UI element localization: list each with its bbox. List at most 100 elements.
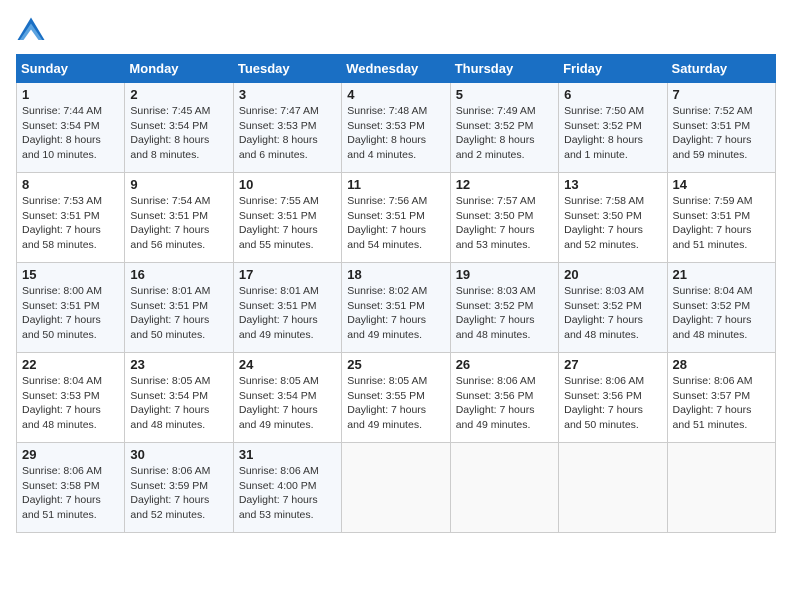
calendar-week-3: 15 Sunrise: 8:00 AM Sunset: 3:51 PM Dayl… xyxy=(17,263,776,353)
calendar-cell: 3 Sunrise: 7:47 AM Sunset: 3:53 PM Dayli… xyxy=(233,83,341,173)
calendar-cell: 20 Sunrise: 8:03 AM Sunset: 3:52 PM Dayl… xyxy=(559,263,667,353)
calendar-cell: 30 Sunrise: 8:06 AM Sunset: 3:59 PM Dayl… xyxy=(125,443,233,533)
calendar-cell: 25 Sunrise: 8:05 AM Sunset: 3:55 PM Dayl… xyxy=(342,353,450,443)
day-info: Sunrise: 8:04 AM Sunset: 3:53 PM Dayligh… xyxy=(22,374,119,433)
day-info: Sunrise: 8:06 AM Sunset: 3:58 PM Dayligh… xyxy=(22,464,119,523)
weekday-header-row: SundayMondayTuesdayWednesdayThursdayFrid… xyxy=(17,55,776,83)
day-number: 2 xyxy=(130,87,227,102)
calendar-cell: 28 Sunrise: 8:06 AM Sunset: 3:57 PM Dayl… xyxy=(667,353,775,443)
calendar-cell: 21 Sunrise: 8:04 AM Sunset: 3:52 PM Dayl… xyxy=(667,263,775,353)
day-number: 7 xyxy=(673,87,770,102)
calendar-cell: 31 Sunrise: 8:06 AM Sunset: 4:00 PM Dayl… xyxy=(233,443,341,533)
calendar-cell: 1 Sunrise: 7:44 AM Sunset: 3:54 PM Dayli… xyxy=(17,83,125,173)
day-number: 17 xyxy=(239,267,336,282)
day-info: Sunrise: 7:59 AM Sunset: 3:51 PM Dayligh… xyxy=(673,194,770,253)
day-info: Sunrise: 8:02 AM Sunset: 3:51 PM Dayligh… xyxy=(347,284,444,343)
day-info: Sunrise: 8:00 AM Sunset: 3:51 PM Dayligh… xyxy=(22,284,119,343)
calendar-week-5: 29 Sunrise: 8:06 AM Sunset: 3:58 PM Dayl… xyxy=(17,443,776,533)
calendar-table: SundayMondayTuesdayWednesdayThursdayFrid… xyxy=(16,54,776,533)
day-number: 1 xyxy=(22,87,119,102)
calendar-cell: 12 Sunrise: 7:57 AM Sunset: 3:50 PM Dayl… xyxy=(450,173,558,263)
calendar-cell: 6 Sunrise: 7:50 AM Sunset: 3:52 PM Dayli… xyxy=(559,83,667,173)
calendar-cell: 19 Sunrise: 8:03 AM Sunset: 3:52 PM Dayl… xyxy=(450,263,558,353)
calendar-cell: 23 Sunrise: 8:05 AM Sunset: 3:54 PM Dayl… xyxy=(125,353,233,443)
day-number: 14 xyxy=(673,177,770,192)
day-number: 10 xyxy=(239,177,336,192)
day-info: Sunrise: 8:03 AM Sunset: 3:52 PM Dayligh… xyxy=(456,284,553,343)
day-number: 21 xyxy=(673,267,770,282)
day-info: Sunrise: 7:58 AM Sunset: 3:50 PM Dayligh… xyxy=(564,194,661,253)
weekday-header-friday: Friday xyxy=(559,55,667,83)
day-number: 13 xyxy=(564,177,661,192)
day-number: 4 xyxy=(347,87,444,102)
day-number: 29 xyxy=(22,447,119,462)
day-number: 28 xyxy=(673,357,770,372)
day-number: 18 xyxy=(347,267,444,282)
calendar-week-4: 22 Sunrise: 8:04 AM Sunset: 3:53 PM Dayl… xyxy=(17,353,776,443)
day-info: Sunrise: 8:06 AM Sunset: 4:00 PM Dayligh… xyxy=(239,464,336,523)
weekday-header-monday: Monday xyxy=(125,55,233,83)
day-info: Sunrise: 8:05 AM Sunset: 3:54 PM Dayligh… xyxy=(239,374,336,433)
day-number: 19 xyxy=(456,267,553,282)
day-info: Sunrise: 8:01 AM Sunset: 3:51 PM Dayligh… xyxy=(130,284,227,343)
calendar-week-2: 8 Sunrise: 7:53 AM Sunset: 3:51 PM Dayli… xyxy=(17,173,776,263)
weekday-header-saturday: Saturday xyxy=(667,55,775,83)
day-number: 11 xyxy=(347,177,444,192)
calendar-cell: 2 Sunrise: 7:45 AM Sunset: 3:54 PM Dayli… xyxy=(125,83,233,173)
day-number: 9 xyxy=(130,177,227,192)
calendar-cell xyxy=(450,443,558,533)
day-info: Sunrise: 7:44 AM Sunset: 3:54 PM Dayligh… xyxy=(22,104,119,163)
day-info: Sunrise: 8:05 AM Sunset: 3:55 PM Dayligh… xyxy=(347,374,444,433)
day-number: 16 xyxy=(130,267,227,282)
calendar-cell: 27 Sunrise: 8:06 AM Sunset: 3:56 PM Dayl… xyxy=(559,353,667,443)
day-info: Sunrise: 8:05 AM Sunset: 3:54 PM Dayligh… xyxy=(130,374,227,433)
day-number: 6 xyxy=(564,87,661,102)
day-number: 30 xyxy=(130,447,227,462)
day-info: Sunrise: 7:57 AM Sunset: 3:50 PM Dayligh… xyxy=(456,194,553,253)
day-info: Sunrise: 7:45 AM Sunset: 3:54 PM Dayligh… xyxy=(130,104,227,163)
day-number: 5 xyxy=(456,87,553,102)
calendar-cell: 8 Sunrise: 7:53 AM Sunset: 3:51 PM Dayli… xyxy=(17,173,125,263)
calendar-cell: 11 Sunrise: 7:56 AM Sunset: 3:51 PM Dayl… xyxy=(342,173,450,263)
day-info: Sunrise: 7:52 AM Sunset: 3:51 PM Dayligh… xyxy=(673,104,770,163)
calendar-header: SundayMondayTuesdayWednesdayThursdayFrid… xyxy=(17,55,776,83)
day-info: Sunrise: 7:50 AM Sunset: 3:52 PM Dayligh… xyxy=(564,104,661,163)
calendar-cell xyxy=(667,443,775,533)
calendar-cell: 9 Sunrise: 7:54 AM Sunset: 3:51 PM Dayli… xyxy=(125,173,233,263)
calendar-cell: 15 Sunrise: 8:00 AM Sunset: 3:51 PM Dayl… xyxy=(17,263,125,353)
page-header xyxy=(16,16,776,46)
day-number: 22 xyxy=(22,357,119,372)
calendar-cell: 10 Sunrise: 7:55 AM Sunset: 3:51 PM Dayl… xyxy=(233,173,341,263)
calendar-cell: 26 Sunrise: 8:06 AM Sunset: 3:56 PM Dayl… xyxy=(450,353,558,443)
day-info: Sunrise: 7:56 AM Sunset: 3:51 PM Dayligh… xyxy=(347,194,444,253)
calendar-cell xyxy=(559,443,667,533)
day-number: 27 xyxy=(564,357,661,372)
logo-icon xyxy=(16,16,46,46)
day-number: 24 xyxy=(239,357,336,372)
day-number: 23 xyxy=(130,357,227,372)
day-number: 15 xyxy=(22,267,119,282)
day-info: Sunrise: 8:06 AM Sunset: 3:56 PM Dayligh… xyxy=(456,374,553,433)
day-info: Sunrise: 8:03 AM Sunset: 3:52 PM Dayligh… xyxy=(564,284,661,343)
day-number: 31 xyxy=(239,447,336,462)
calendar-cell: 14 Sunrise: 7:59 AM Sunset: 3:51 PM Dayl… xyxy=(667,173,775,263)
day-info: Sunrise: 7:47 AM Sunset: 3:53 PM Dayligh… xyxy=(239,104,336,163)
day-number: 26 xyxy=(456,357,553,372)
calendar-body: 1 Sunrise: 7:44 AM Sunset: 3:54 PM Dayli… xyxy=(17,83,776,533)
calendar-cell: 18 Sunrise: 8:02 AM Sunset: 3:51 PM Dayl… xyxy=(342,263,450,353)
weekday-header-tuesday: Tuesday xyxy=(233,55,341,83)
day-number: 12 xyxy=(456,177,553,192)
day-info: Sunrise: 7:48 AM Sunset: 3:53 PM Dayligh… xyxy=(347,104,444,163)
calendar-cell xyxy=(342,443,450,533)
calendar-week-1: 1 Sunrise: 7:44 AM Sunset: 3:54 PM Dayli… xyxy=(17,83,776,173)
day-number: 25 xyxy=(347,357,444,372)
calendar-cell: 4 Sunrise: 7:48 AM Sunset: 3:53 PM Dayli… xyxy=(342,83,450,173)
weekday-header-wednesday: Wednesday xyxy=(342,55,450,83)
logo xyxy=(16,16,50,46)
weekday-header-thursday: Thursday xyxy=(450,55,558,83)
weekday-header-sunday: Sunday xyxy=(17,55,125,83)
calendar-cell: 7 Sunrise: 7:52 AM Sunset: 3:51 PM Dayli… xyxy=(667,83,775,173)
calendar-cell: 16 Sunrise: 8:01 AM Sunset: 3:51 PM Dayl… xyxy=(125,263,233,353)
day-info: Sunrise: 7:53 AM Sunset: 3:51 PM Dayligh… xyxy=(22,194,119,253)
day-number: 8 xyxy=(22,177,119,192)
